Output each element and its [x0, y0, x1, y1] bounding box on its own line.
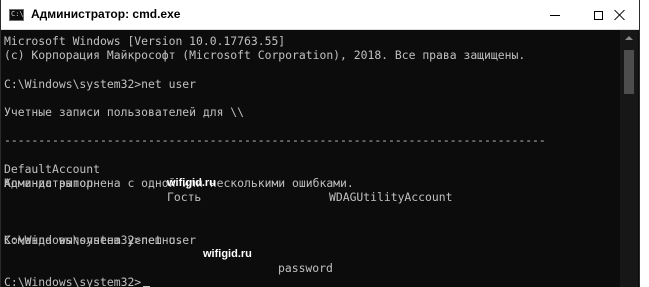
- command-line: C:\Windows\system32>net user wifigid.ru …: [4, 218, 616, 275]
- minimize-icon: [550, 14, 560, 16]
- account-name: wifigid.ru: [167, 176, 216, 189]
- account-name: WDAGUtilityAccount: [329, 190, 453, 205]
- close-button[interactable]: [598, 0, 641, 30]
- command-prompt: C:\Windows\system32>net user: [4, 232, 197, 247]
- window-title: Администратор: cmd.exe: [31, 7, 181, 21]
- account-row: DefaultAccount wifigid.ru WDAGUtilityAcc…: [4, 148, 616, 204]
- account-name: Гость: [167, 190, 202, 205]
- close-icon: [614, 9, 626, 21]
- cmd-window: C:\ Администратор: cmd.exe Microsoft Win…: [0, 0, 640, 287]
- vertical-scrollbar[interactable]: [620, 30, 638, 287]
- console-line: Учетные записи пользователей для \\: [4, 104, 245, 119]
- account-row: Администратор Гость: [4, 162, 616, 204]
- console-line: Microsoft Windows [Version 10.0.17763.55…: [4, 34, 286, 48]
- command-user-arg: wifigid.ru: [203, 247, 252, 260]
- minimize-button[interactable]: [533, 0, 577, 30]
- prompt-line: C:\Windows\system32>: [4, 275, 616, 287]
- console-line: C:\Windows\system32>net user: [4, 76, 197, 91]
- scroll-thumb[interactable]: [624, 50, 634, 94]
- console-output[interactable]: Microsoft Windows [Version 10.0.17763.55…: [4, 34, 616, 287]
- cmd-icon: C:\: [9, 9, 24, 21]
- command-password-arg: password: [278, 261, 333, 276]
- title-bar[interactable]: C:\ Администратор: cmd.exe: [1, 0, 639, 30]
- console-line: (c) Корпорация Майкрософт (Microsoft Cor…: [4, 48, 526, 63]
- scroll-up-button[interactable]: [620, 30, 638, 46]
- account-name: Администратор: [4, 175, 94, 190]
- chevron-up-icon: [625, 36, 633, 40]
- console-line: Команда выполнена с одной или нескольким…: [4, 175, 354, 190]
- separator-line: ----------------------------------------…: [4, 133, 546, 148]
